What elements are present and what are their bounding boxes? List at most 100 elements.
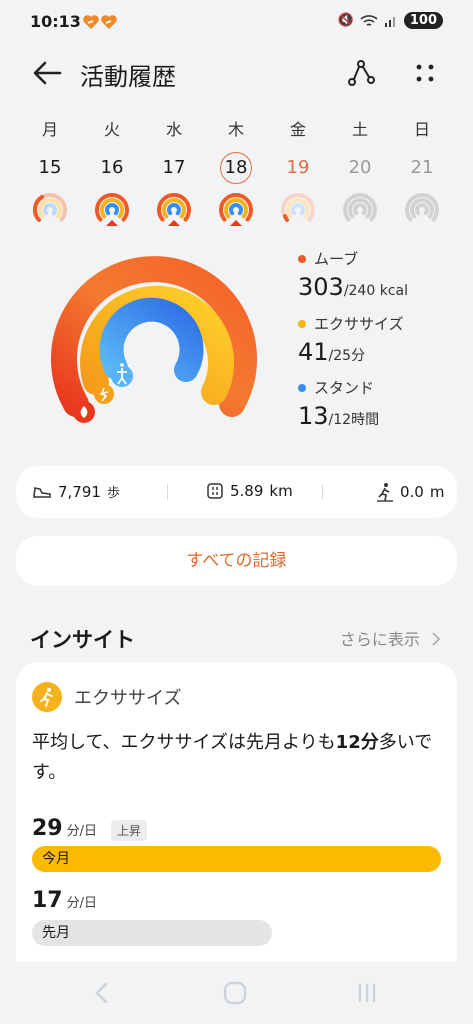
day-18[interactable]: 木 18 [208, 116, 264, 226]
day-number: 21 [410, 157, 434, 178]
daily-stats-card: 7,791 歩 5.89 km 0.0 m [16, 466, 457, 518]
insight-category: エクササイズ [32, 682, 181, 712]
current-month-value: 29 分/日 上昇 [32, 816, 148, 841]
day-of-week-label: 火 [103, 120, 120, 139]
exercise-insight-card[interactable]: エクササイズ 平均して、エクササイズは先月よりも12分多いです。 29 分/日 … [16, 662, 457, 972]
insight-more-label: さらに表示 [339, 630, 420, 649]
day-of-week-label: 土 [351, 120, 368, 139]
day-15[interactable]: 月 15 [22, 116, 78, 226]
stand-legend: スタンド 13/12時間 [298, 377, 379, 430]
distance-value: 5.89 [230, 482, 264, 500]
climb-stat: 0.0 m [376, 482, 444, 502]
insight-text: 平均して、エクササイズは先月よりも12分多いです。 [32, 728, 444, 788]
distance-icon [207, 483, 223, 499]
insight-text-highlight: 12分 [335, 732, 379, 753]
trend-badge: 上昇 [111, 820, 148, 841]
current-unit: 分/日 [66, 824, 98, 839]
insight-more-link[interactable]: さらに表示 [340, 626, 441, 650]
day-20: 土 20 [332, 116, 388, 226]
steps-stat: 7,791 歩 [32, 482, 120, 501]
day-19[interactable]: 金 19 [270, 116, 326, 226]
day-17[interactable]: 水 17 [146, 116, 202, 226]
mini-activity-rings-icon [343, 193, 377, 222]
exercise-dot [298, 319, 306, 328]
move-value: 303 [298, 273, 344, 301]
day-of-week-label: 木 [227, 120, 244, 139]
distance-unit: km [269, 482, 293, 500]
day-of-week-label: 日 [413, 120, 430, 139]
battery-indicator: 100 [403, 12, 443, 29]
mini-activity-rings-icon [219, 193, 253, 226]
day-16[interactable]: 火 16 [84, 116, 140, 226]
move-dot [298, 254, 306, 263]
day-number: 19 [286, 157, 310, 178]
previous-month-value: 17 分/日 [32, 888, 97, 913]
day-21: 日 21 [394, 116, 450, 226]
stand-goal: /12時間 [328, 412, 380, 428]
stand-value: 13 [298, 402, 329, 430]
mini-activity-rings-icon [95, 193, 129, 226]
wifi-icon [360, 14, 378, 26]
shoe-icon [33, 486, 51, 498]
climb-unit: m [429, 483, 445, 501]
mute-icon: 🔇 [337, 13, 354, 28]
move-goal: /240 kcal [343, 283, 408, 299]
day-number: 17 [162, 157, 186, 178]
nav-recent-apps-icon[interactable] [356, 982, 378, 1004]
status-icons: 🔇 100 [338, 12, 443, 29]
current-value: 29 [32, 816, 63, 841]
status-time: 10:13 [30, 12, 81, 31]
nav-home-icon[interactable] [222, 980, 248, 1006]
previous-month-label: 先月 [42, 925, 70, 941]
distance-stat: 5.89 km [206, 482, 293, 500]
previous-unit: 分/日 [66, 896, 98, 911]
divider [167, 484, 168, 500]
day-number: 15 [38, 157, 62, 178]
day-number: 20 [348, 157, 372, 178]
previous-month-bar: 先月 [32, 920, 272, 946]
climb-value: 0.0 [400, 483, 424, 501]
climb-icon [377, 483, 393, 502]
route-icon[interactable] [346, 58, 376, 88]
stand-dot [298, 383, 306, 392]
mini-activity-rings-icon [32, 193, 67, 222]
stand-ring [99, 297, 204, 382]
exercise-ring-end [94, 384, 114, 404]
mini-activity-rings-icon [281, 193, 315, 222]
day-number: 16 [100, 157, 124, 178]
day-number: 18 [220, 152, 252, 184]
page-title: 活動履歴 [80, 63, 176, 91]
divider [322, 484, 323, 500]
insight-text-before: 平均して、エクササイズは先月よりも [32, 732, 336, 753]
day-of-week-label: 月 [41, 120, 58, 139]
day-of-week-label: 水 [165, 120, 182, 139]
exercise-runner-icon [32, 682, 62, 712]
notification-heart-icons [82, 13, 122, 35]
current-month-bar: 今月 [32, 846, 441, 872]
insight-title: インサイト [30, 628, 135, 652]
exercise-label: エクササイズ [314, 315, 404, 333]
insight-category-label: エクササイズ [74, 688, 182, 709]
mini-activity-rings-icon [157, 193, 191, 226]
exercise-value: 41 [298, 338, 329, 366]
activity-rings [51, 256, 257, 423]
mini-activity-rings-icon [405, 193, 439, 222]
signal-icon [384, 16, 395, 27]
current-month-label: 今月 [42, 851, 70, 867]
steps-value: 7,791 [58, 482, 101, 501]
stand-label: スタンド [314, 379, 375, 397]
move-legend: ムーブ 303/240 kcal [298, 248, 408, 301]
system-navigation-bar [0, 962, 473, 1024]
nav-back-icon[interactable] [92, 982, 112, 1004]
chevron-right-icon [432, 632, 441, 646]
exercise-goal: /25分 [328, 348, 366, 364]
status-bar: 10:13 🔇 100 [0, 0, 473, 44]
move-label: ムーブ [314, 250, 359, 268]
more-options-icon[interactable] [410, 58, 440, 88]
all-records-button[interactable]: すべての記録 [16, 536, 457, 586]
steps-unit: 歩 [106, 486, 120, 501]
exercise-legend: エクササイズ 41/25分 [298, 313, 404, 366]
day-of-week-label: 金 [289, 120, 306, 139]
back-arrow-icon[interactable] [30, 58, 64, 88]
previous-value: 17 [32, 888, 63, 913]
